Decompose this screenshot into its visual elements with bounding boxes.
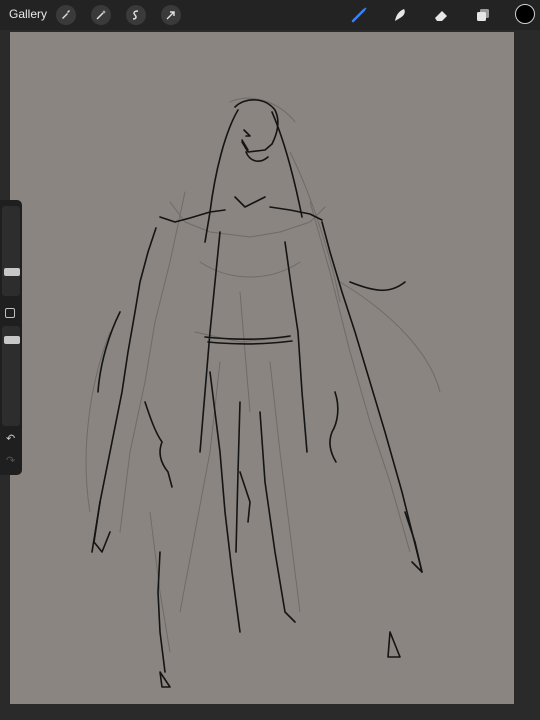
smudge-icon[interactable] <box>390 5 410 25</box>
wrench-icon[interactable] <box>56 5 76 25</box>
modify-button[interactable] <box>5 308 15 318</box>
sketch-drawing <box>85 97 441 688</box>
magic-wand-icon[interactable] <box>91 5 111 25</box>
opacity-slider[interactable] <box>2 326 20 426</box>
undo-icon[interactable]: ↶ <box>6 432 15 445</box>
brush-icon[interactable] <box>349 5 369 25</box>
gallery-button[interactable]: Gallery <box>9 7 47 21</box>
top-toolbar: Gallery <box>0 0 540 30</box>
drawing-canvas[interactable] <box>10 32 514 704</box>
transform-arrow-icon[interactable] <box>161 5 181 25</box>
layers-icon[interactable] <box>473 5 493 25</box>
color-picker-swatch[interactable] <box>515 4 535 24</box>
brush-sidebar: ↶ ↷ <box>0 200 22 475</box>
selection-icon[interactable] <box>126 5 146 25</box>
eraser-icon[interactable] <box>431 5 451 25</box>
opacity-thumb[interactable] <box>4 336 20 344</box>
redo-icon[interactable]: ↷ <box>6 454 15 467</box>
brush-size-slider[interactable] <box>2 206 20 296</box>
brush-size-thumb[interactable] <box>4 268 20 276</box>
